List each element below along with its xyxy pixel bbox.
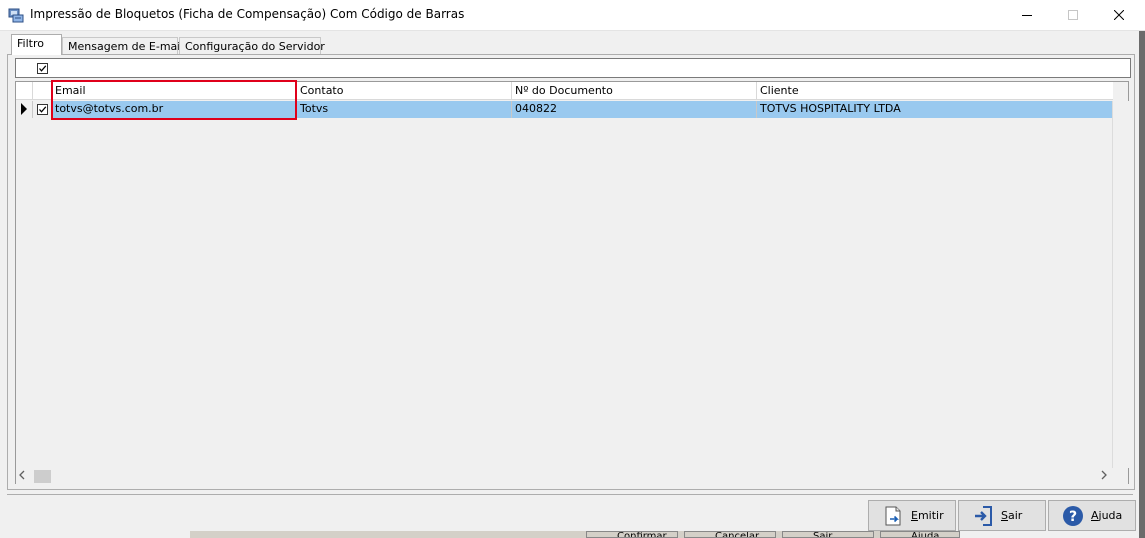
maximize-icon	[1068, 10, 1078, 20]
minimize-icon	[1022, 15, 1032, 16]
ajuda-button[interactable]: ? Ajuda	[1048, 500, 1136, 531]
checkbox-column-header	[33, 82, 52, 100]
window-title: Impressão de Bloquetos (Ficha de Compens…	[30, 7, 465, 21]
row-indicator[interactable]	[16, 101, 33, 118]
horizontal-scroll-thumb[interactable]	[34, 470, 51, 483]
column-header-documento[interactable]: Nº do Documento	[512, 82, 757, 100]
horizontal-scrollbar[interactable]	[16, 468, 1128, 485]
emitir-label: Emitir	[911, 509, 944, 522]
svg-text:?: ?	[1069, 509, 1077, 525]
title-bar-divider	[0, 30, 1145, 31]
column-header-email[interactable]: Email	[52, 82, 297, 100]
scroll-right-icon[interactable]	[1100, 470, 1112, 482]
sair-button[interactable]: Sair	[958, 500, 1046, 531]
title-bar[interactable]: Impressão de Bloquetos (Ficha de Compens…	[0, 0, 1145, 30]
window-edge	[1139, 31, 1145, 538]
cell-contato[interactable]: Totvs	[297, 101, 512, 118]
row-indicator-header	[16, 82, 33, 100]
background-confirm-button: Confirmar	[586, 531, 678, 538]
data-grid[interactable]: Email Contato Nº do Documento Cliente to…	[15, 80, 1130, 485]
current-row-arrow-icon	[21, 103, 27, 115]
help-question-icon: ?	[1063, 505, 1083, 526]
check-icon	[39, 65, 47, 72]
maximize-button[interactable]	[1050, 0, 1096, 30]
tab-filtro[interactable]: Filtro	[11, 34, 62, 55]
close-button[interactable]	[1096, 0, 1142, 30]
background-help-button: Ajuda	[880, 531, 960, 538]
column-header-contato[interactable]: Contato	[297, 82, 512, 100]
app-icon	[8, 7, 24, 23]
close-icon	[1114, 10, 1124, 20]
cell-documento[interactable]: 040822	[512, 101, 757, 118]
background-cancel-button: Cancelar	[684, 531, 776, 538]
filter-bar[interactable]	[15, 58, 1131, 78]
column-header-cliente[interactable]: Cliente	[757, 82, 1113, 100]
vertical-scrollbar[interactable]	[1113, 101, 1130, 468]
tab-mensagem-email[interactable]: Mensagem de E-mail	[62, 37, 183, 55]
check-icon	[39, 106, 47, 113]
emitir-button[interactable]: Emitir	[868, 500, 956, 531]
filter-checkbox[interactable]	[37, 63, 48, 74]
cell-cliente[interactable]: TOTVS HOSPITALITY LTDA	[757, 101, 1113, 118]
scroll-left-icon[interactable]	[18, 470, 30, 482]
row-checkbox-cell[interactable]	[33, 101, 52, 118]
tab-configuracao-servidor[interactable]: Configuração do Servidor	[179, 37, 325, 55]
ajuda-label: Ajuda	[1091, 509, 1123, 522]
background-exit-button: Sair	[782, 531, 874, 538]
footer-divider	[7, 494, 1133, 495]
sair-label: Sair	[1001, 509, 1023, 522]
minimize-button[interactable]	[1004, 0, 1050, 30]
cell-email[interactable]: totvs@totvs.com.br	[52, 101, 297, 118]
exit-door-icon	[975, 505, 992, 526]
document-send-icon	[885, 506, 901, 525]
row-checkbox[interactable]	[37, 104, 48, 115]
